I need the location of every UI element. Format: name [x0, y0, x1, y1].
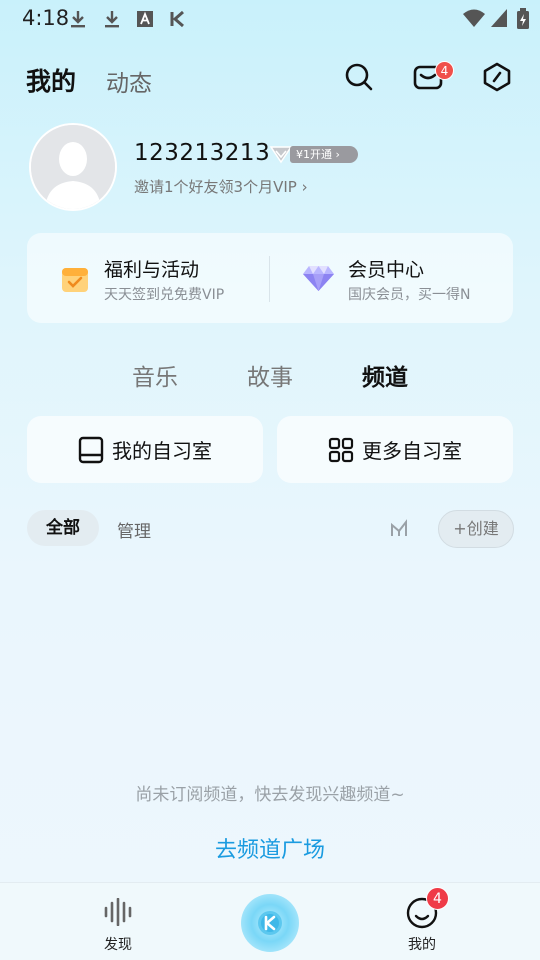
filter-manage[interactable]: 管理 — [117, 517, 151, 542]
my-study-room-button[interactable]: 我的自习室 — [27, 416, 263, 483]
calendar-check-icon — [62, 268, 88, 292]
k-disc-inner — [258, 911, 282, 935]
settings-hexagon-icon[interactable] — [482, 62, 512, 92]
create-button[interactable]: +创建 — [438, 510, 514, 548]
more-study-rooms-label: 更多自习室 — [362, 439, 462, 463]
tab-my[interactable]: 我的 — [26, 62, 76, 98]
avatar[interactable] — [29, 123, 117, 211]
empty-state-message: 尚未订阅频道，快去发现兴趣频道~ — [135, 785, 405, 805]
default-avatar-icon — [31, 125, 115, 209]
font-a-icon — [137, 11, 153, 27]
grid-icon — [328, 437, 354, 462]
download-icon — [71, 11, 85, 28]
k-app-icon — [170, 10, 184, 28]
download-icon — [105, 11, 119, 28]
status-time: 4:18 — [22, 6, 70, 30]
my-study-room-label: 我的自习室 — [112, 439, 212, 463]
sort-icon[interactable] — [389, 518, 409, 538]
signal-icon — [491, 9, 507, 27]
nav-discover-label[interactable]: 发现 — [88, 934, 148, 954]
welfare-subtitle: 天天签到兑免费VIP — [104, 287, 225, 303]
status-bar: 4:18 — [0, 0, 540, 36]
tab-music[interactable]: 音乐 — [132, 358, 178, 392]
notebook-icon — [78, 436, 104, 463]
tab-channels[interactable]: 频道 — [362, 358, 408, 392]
go-channel-plaza-link[interactable]: 去频道广场 — [0, 832, 540, 864]
filter-all[interactable]: 全部 — [27, 510, 99, 546]
feature-card — [27, 233, 513, 323]
invite-link[interactable]: 邀请1个好友领3个月VIP › — [134, 176, 308, 197]
battery-icon — [517, 8, 529, 29]
search-icon[interactable] — [344, 62, 374, 92]
more-study-rooms-button[interactable]: 更多自习室 — [277, 416, 513, 483]
card-divider — [269, 256, 270, 302]
tab-stories[interactable]: 故事 — [247, 358, 293, 392]
k-disc-icon[interactable] — [241, 894, 299, 952]
vip-open-button[interactable]: ¥1开通 › — [290, 146, 358, 163]
vip-center-subtitle: 国庆会员，买一得N — [348, 287, 471, 303]
nav-mine-label[interactable]: 我的 — [392, 934, 452, 954]
nav-badge: 4 — [426, 887, 449, 910]
waveform-icon — [104, 898, 132, 926]
username: 123213213 — [134, 140, 271, 166]
message-badge: 4 — [435, 61, 454, 80]
vip-center-title[interactable]: 会员中心 — [348, 255, 424, 282]
diamond-icon — [303, 266, 334, 291]
welfare-title[interactable]: 福利与活动 — [104, 255, 199, 282]
wifi-icon — [463, 9, 485, 27]
tab-feed[interactable]: 动态 — [106, 64, 152, 98]
